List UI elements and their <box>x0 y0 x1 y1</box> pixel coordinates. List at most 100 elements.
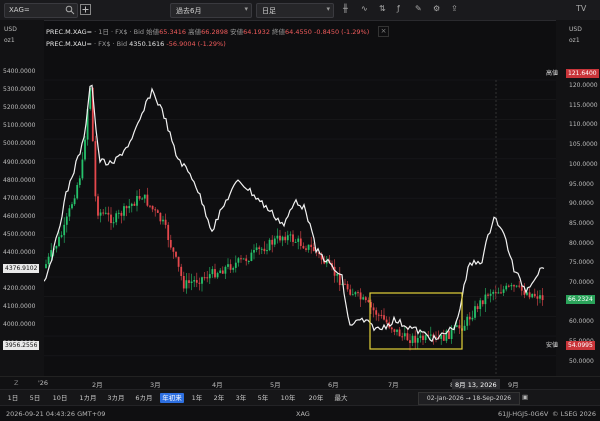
candle-body <box>468 316 471 320</box>
legend-xag-meta: · 1日 · FX$ · Bid <box>94 28 145 36</box>
status-code: 61JJ-HGJ5-0G6V <box>498 410 549 418</box>
left-axis-tick: 4800.0000 <box>3 176 36 184</box>
candle-body <box>65 216 68 225</box>
candle-body <box>180 266 183 276</box>
candle-body <box>68 208 71 217</box>
candle-body <box>245 258 248 262</box>
legend-xag-symbol: PREC.M.XAG= <box>46 28 93 36</box>
candle-body <box>481 300 484 305</box>
right-low-value: 54.0995 <box>566 341 595 350</box>
candle-body <box>523 290 526 295</box>
legend-xag: PREC.M.XAG= · 1日 · FX$ · Bid 始値65.3416 高… <box>46 26 369 36</box>
candle-body <box>513 285 515 287</box>
left-axis-unit: oz1 <box>4 37 15 44</box>
candle-body <box>372 307 375 311</box>
candle-body <box>492 291 495 294</box>
candle-body <box>60 235 63 237</box>
range-button[interactable]: 6カ月 <box>132 393 156 403</box>
range-button[interactable]: 3カ月 <box>104 393 128 403</box>
left-axis-tick: 5400.0000 <box>3 68 36 75</box>
price-chart[interactable] <box>44 20 556 376</box>
candle-body <box>271 239 274 245</box>
candle-body <box>141 198 144 200</box>
status-ric: XAG <box>296 410 310 418</box>
right-axis-tick: 95.0000 <box>569 180 594 188</box>
right-axis-tick: 115.0000 <box>569 101 598 109</box>
candle-body <box>47 256 50 265</box>
x-axis-label: 3月 <box>150 381 161 389</box>
range-button[interactable]: 5日 <box>26 393 44 403</box>
candle-body <box>253 250 255 253</box>
range-button[interactable]: 1日 <box>4 393 22 403</box>
range-button[interactable]: 20年 <box>304 393 328 403</box>
candle-body <box>263 248 266 252</box>
candle-body <box>266 250 268 252</box>
settings-icon[interactable]: ⚙ <box>433 4 440 13</box>
candle-body <box>362 297 365 300</box>
candle-body <box>419 335 422 338</box>
zoom-z-icon[interactable]: Z <box>14 379 18 387</box>
date-range-field[interactable]: 02-Jan-2026 → 18-Sep-2026 <box>418 392 520 405</box>
candle-body <box>502 289 505 293</box>
candlestick-icon[interactable]: ╫ <box>343 4 348 13</box>
symbol-search[interactable]: XAG= <box>4 3 78 18</box>
legend-xag-open: 65.3416 <box>159 28 187 36</box>
compare-icon[interactable]: ⇅ <box>379 4 386 13</box>
candle-body <box>55 246 58 249</box>
candle-body <box>281 236 284 241</box>
range-button[interactable]: 3年 <box>232 393 250 403</box>
candle-body <box>411 335 414 344</box>
right-axis-tick: 75.0000 <box>569 259 594 267</box>
range-button[interactable]: 5年 <box>254 393 272 403</box>
range-button[interactable]: 1カ月 <box>76 393 100 403</box>
legend-xau: PREC.M.XAU= · FX$ · Bid 4350.1616 -56.90… <box>46 40 226 48</box>
left-axis[interactable]: USD oz1 5400.0000 5300.0000 5200.0000 5100.… <box>0 20 44 376</box>
candle-body <box>97 196 99 216</box>
candle-body <box>84 139 86 160</box>
indicator-icon[interactable]: ƒ <box>397 4 400 13</box>
line-chart-icon[interactable]: ∿ <box>361 4 368 13</box>
candle-body <box>268 239 271 251</box>
range-button[interactable]: 年初来 <box>160 393 184 403</box>
add-icon[interactable] <box>80 4 91 15</box>
symbol-search-value[interactable]: XAG= <box>9 6 30 14</box>
candle-body <box>232 267 235 270</box>
candle-body <box>310 244 313 248</box>
drawing-icon[interactable]: ✎ <box>415 4 422 13</box>
range-button[interactable]: 2年 <box>210 393 228 403</box>
right-axis-tick: 105.0000 <box>569 141 598 149</box>
candle-body <box>167 224 170 240</box>
legend-xau-meta: · FX$ · Bid <box>94 40 128 48</box>
range-button[interactable]: 10日 <box>48 393 72 403</box>
calendar-icon[interactable]: ▣ <box>522 393 528 401</box>
share-icon[interactable]: ⇪ <box>451 4 458 13</box>
candle-body <box>219 270 222 274</box>
candle-body <box>208 274 211 279</box>
range-button[interactable]: 1年 <box>188 393 206 403</box>
candle-body <box>78 178 81 186</box>
interval-dropdown[interactable]: 日足 ▾ <box>256 3 334 18</box>
candle-body <box>224 266 227 274</box>
candle-body <box>50 250 53 257</box>
candle-body <box>206 277 209 279</box>
candle-body <box>284 236 287 241</box>
range-button[interactable]: 10年 <box>276 393 300 403</box>
candle-body <box>279 235 281 241</box>
candle-body <box>227 264 229 267</box>
range-button[interactable]: 最大 <box>332 393 350 403</box>
left-axis-tick: 5300.0000 <box>3 86 36 94</box>
legend-xag-change: -0.8450 (-1.29%) <box>314 28 370 36</box>
right-axis-unit: oz1 <box>569 37 580 44</box>
left-axis-tick: 4200.0000 <box>3 285 36 293</box>
candle-body <box>385 319 388 323</box>
x-axis[interactable]: Z '262月3月4月5月6月7月8月9月 8月 13, 2026 <box>0 376 600 390</box>
candle-body <box>136 196 138 206</box>
left-axis-tick: 5200.0000 <box>3 104 36 112</box>
right-axis-tick: 110.0000 <box>569 121 598 129</box>
search-icon[interactable] <box>65 5 75 15</box>
legend-close-icon[interactable]: × <box>378 26 389 37</box>
candle-body <box>203 277 206 279</box>
candle-body <box>471 317 474 320</box>
range-dropdown[interactable]: 過去6月 ▾ <box>170 3 252 18</box>
candle-body <box>138 196 141 199</box>
